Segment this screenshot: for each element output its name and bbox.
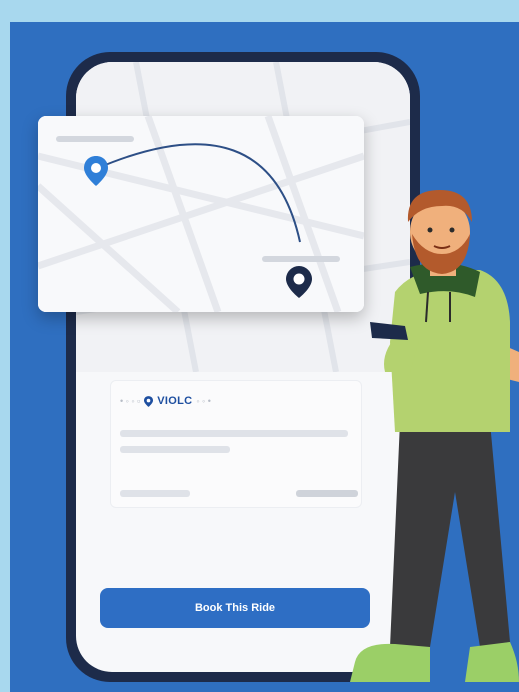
blue-panel: • ◦ ◦ ▫ VIOLC ◦ ◦ • Book This Ride xyxy=(10,22,519,692)
illustration-frame: • ◦ ◦ ▫ VIOLC ◦ ◦ • Book This Ride xyxy=(0,0,519,692)
person-illustration xyxy=(350,190,519,682)
